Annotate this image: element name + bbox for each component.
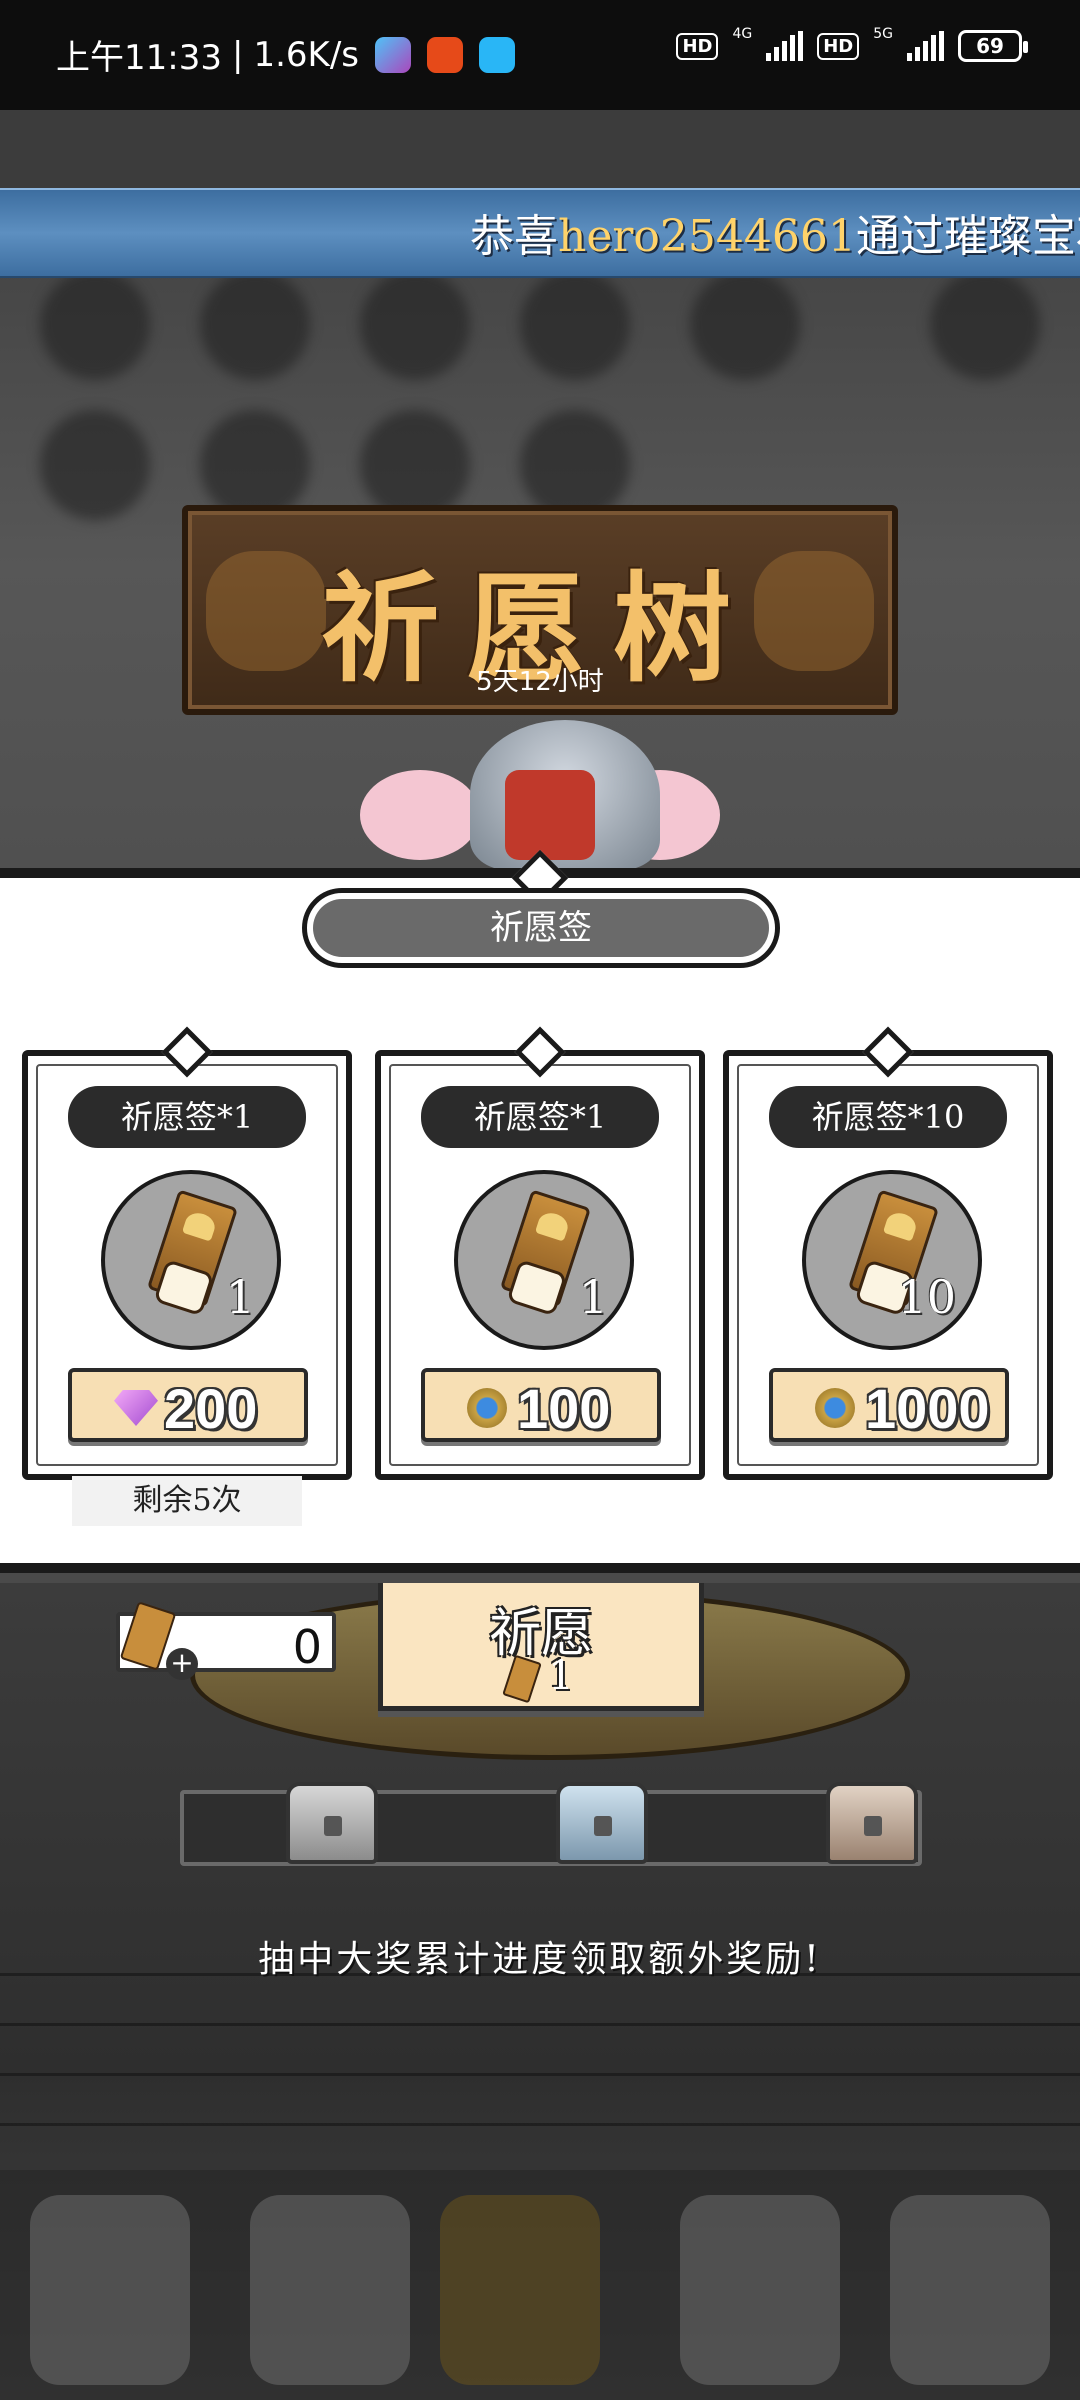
add-ticket-button[interactable]: + [166,1648,198,1680]
wish-ticket-icon [502,1654,543,1704]
wish-ticket-panel: 祈愿签 祈愿签*1 1 200 祈愿签*1 1 100 祈愿签*10 10 10… [0,849,1080,1573]
price-value: 200 [164,1377,258,1440]
network-5g-label: 5G [873,26,893,42]
card-label: 祈愿签*1 [68,1086,306,1148]
progress-hint: 抽中大奖累计进度领取额外奖励! [258,1939,822,1980]
item-quantity: 1 [578,1270,608,1324]
battery-icon: 69 [958,30,1028,62]
nav-item-shop[interactable] [30,2195,190,2385]
purchase-card-2[interactable]: 祈愿签*1 1 100 [375,1026,705,1480]
coin-icon [467,1388,507,1428]
remaining-purchases: 剩余5次 [72,1476,302,1526]
item-quantity: 1 [225,1270,255,1324]
buy-button-coin[interactable]: 100 [421,1368,661,1442]
chest-icon[interactable] [826,1782,918,1864]
nav-item-hero[interactable] [250,2195,410,2385]
gem-icon [114,1390,158,1426]
item-slot: 1 [101,1170,281,1350]
announcement-banner: 恭喜hero2544661通过璀璨宝石 [0,188,1080,278]
banner-suffix: 通过璀璨宝石 [855,211,1080,262]
ticket-count: 0 [292,1620,322,1674]
wish-button[interactable]: 祈愿 1 [378,1583,704,1711]
item-slot: 1 [454,1170,634,1350]
buy-button-coin[interactable]: 1000 [769,1368,1009,1442]
signal-icon [766,31,804,61]
ticket-counter: + 0 [116,1601,336,1680]
battery-level: 69 [976,34,1004,58]
buy-button-gem[interactable]: 200 [68,1368,308,1442]
chat-app-icon [479,36,515,73]
game-header-blurred [0,110,1080,190]
status-net-speed: 1.6K/s [253,34,359,75]
event-countdown: 5天12小时 [476,667,604,697]
wish-button-cost: 1 [548,1653,574,1699]
game-app-icon [427,36,463,73]
banner-prefix: 恭喜 [470,211,558,262]
item-slot: 10 [802,1170,982,1350]
purchase-card-3[interactable]: 祈愿签*10 10 1000 [723,1026,1053,1480]
blossom-decoration [360,770,480,860]
status-separator: | [231,34,244,75]
status-bar: 上午11:33 | 1.6K/s HD 4G HD 5G 69 [0,0,1080,110]
hd-badge-icon: HD [817,32,860,60]
wish-button-cost-row: 1 [383,1653,699,1704]
price-value: 1000 [865,1377,990,1440]
banner-player-name: hero2544661 [558,211,856,262]
hd-badge-icon: HD [676,32,719,60]
status-time: 上午11:33 [56,38,222,78]
purchase-card-1[interactable]: 祈愿签*1 1 200 [22,1026,352,1480]
price-value: 100 [517,1377,611,1440]
nav-item-explore[interactable] [890,2195,1050,2385]
signal-icon [907,31,944,61]
event-title-board: 祈愿树 5天12小时 [182,505,898,715]
play-store-icon [375,36,411,73]
coin-icon [815,1388,855,1428]
tab-wish-ticket-label: 祈愿签 [313,899,769,957]
network-4g-label: 4G [732,26,753,42]
tab-wish-ticket[interactable]: 祈愿签 [302,888,780,968]
nav-item-battle[interactable] [440,2195,600,2385]
card-label: 祈愿签*10 [769,1086,1007,1148]
chest-icon[interactable] [286,1782,378,1864]
gift-bag-icon [505,770,595,860]
nav-item-guild[interactable] [680,2195,840,2385]
chest-icon[interactable] [556,1782,648,1864]
item-quantity: 10 [897,1270,956,1324]
card-label: 祈愿签*1 [421,1086,659,1148]
